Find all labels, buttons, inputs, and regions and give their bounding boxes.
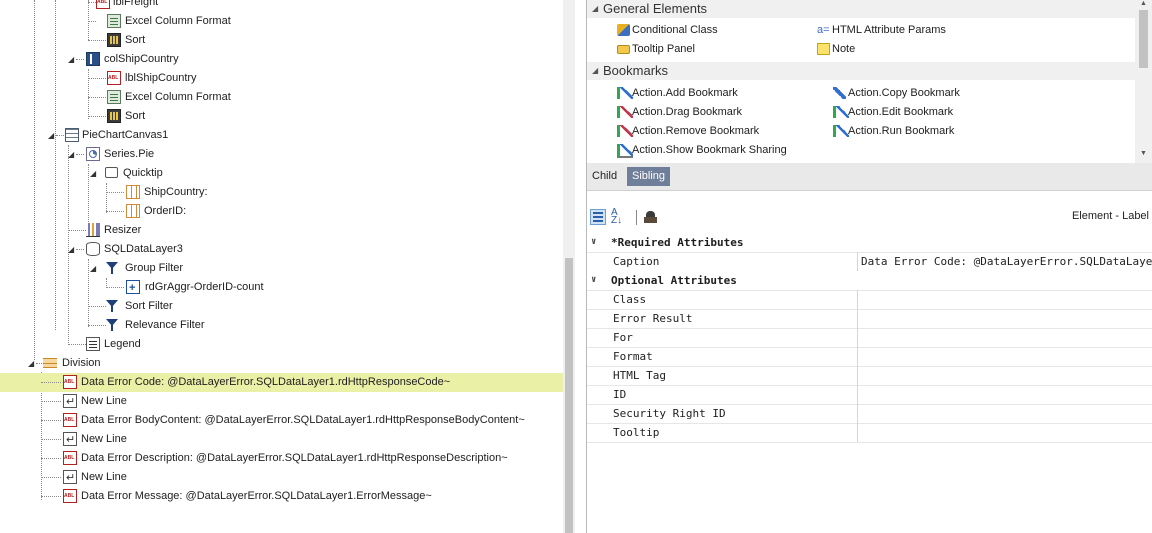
property-value[interactable]	[857, 328, 1152, 347]
label-icon	[63, 375, 77, 389]
event-handler-icon[interactable]	[643, 209, 659, 225]
bookmark-icon	[833, 87, 846, 99]
label-icon	[63, 413, 77, 427]
expand-toggle-icon[interactable]: ◢	[90, 259, 98, 278]
chevron-down-icon[interactable]: ∨	[591, 233, 596, 252]
resizer-icon	[86, 223, 100, 237]
sort-icon	[107, 109, 121, 123]
chart-canvas-icon	[65, 128, 79, 142]
expand-toggle-icon[interactable]: ◢	[28, 354, 36, 373]
category-optional-attributes[interactable]: ∨ Optional Attributes	[587, 271, 1152, 291]
right-panel: ◢ General Elements Conditional Class a= …	[586, 0, 1152, 533]
collapse-icon: ◢	[592, 66, 599, 75]
legend-icon	[86, 337, 100, 351]
datalayer-icon	[86, 242, 100, 256]
tab-child[interactable]: Child	[587, 167, 622, 186]
tree-guide-line	[88, 259, 89, 327]
splitter[interactable]	[575, 0, 586, 533]
chevron-down-icon[interactable]: ∨	[591, 271, 596, 290]
toolbox-group-bookmarks[interactable]: ◢ Bookmarks	[587, 62, 1135, 80]
sort-icon	[107, 33, 121, 47]
tree-guide-line	[88, 164, 89, 224]
property-value[interactable]	[857, 347, 1152, 366]
excel-format-icon	[107, 14, 121, 28]
bookmark-icon	[833, 125, 849, 137]
label-icon	[96, 0, 110, 9]
filter-icon	[106, 300, 118, 312]
property-row-html-tag[interactable]: HTML Tag	[587, 366, 1152, 386]
properties-toolbar: A Z↓ Element - Label	[587, 206, 1152, 230]
bookmark-icon	[833, 106, 849, 118]
scroll-up-icon[interactable]: ▲	[1140, 0, 1147, 7]
quicktip-icon	[105, 167, 118, 178]
grid-row-icon	[126, 204, 140, 218]
property-row-security-right-id[interactable]: Security Right ID	[587, 404, 1152, 424]
label-icon	[63, 451, 77, 465]
pie-series-icon	[86, 147, 100, 161]
conditional-class-icon	[617, 24, 630, 36]
collapse-icon: ◢	[592, 4, 599, 13]
property-value[interactable]	[857, 366, 1152, 385]
toolbox-scrollbar[interactable]: ▲ ▼	[1135, 0, 1152, 163]
aggregate-icon	[126, 279, 140, 298]
label-icon	[107, 71, 121, 85]
toolbar-separator	[636, 210, 637, 225]
tree-guide-line	[34, 0, 35, 360]
selected-element-type: Element - Label	[1071, 210, 1149, 222]
label-icon	[63, 489, 77, 503]
tree-scrollbar-thumb[interactable]	[565, 258, 573, 533]
column-icon	[86, 52, 100, 66]
insert-mode-tabs: Child Sibling	[587, 163, 1152, 191]
property-row-tooltip[interactable]: Tooltip	[587, 423, 1152, 443]
filter-icon	[106, 262, 118, 274]
filter-icon	[106, 319, 118, 331]
new-line-icon	[63, 431, 77, 450]
property-row-caption[interactable]: Caption Data Error Code: @DataLayerError…	[587, 252, 1152, 272]
tree-guide-line	[88, 69, 89, 119]
grid-row-icon	[126, 185, 140, 199]
division-icon	[43, 358, 57, 368]
bookmark-icon	[617, 87, 633, 99]
property-value[interactable]	[857, 423, 1152, 442]
tab-sibling[interactable]: Sibling	[627, 167, 671, 186]
tree-guide-line	[55, 0, 56, 330]
property-value[interactable]	[857, 385, 1152, 404]
expand-toggle-icon[interactable]: ◢	[68, 145, 76, 164]
categorized-view-icon[interactable]	[590, 209, 606, 225]
bookmark-icon	[617, 125, 633, 137]
property-row-class[interactable]: Class	[587, 290, 1152, 310]
tooltip-panel-icon	[617, 45, 630, 54]
property-row-error-result[interactable]: Error Result	[587, 309, 1152, 329]
property-value[interactable]	[857, 290, 1152, 309]
tree-scrollbar[interactable]	[563, 0, 575, 533]
bookmark-icon	[617, 144, 633, 158]
scroll-down-icon[interactable]: ▼	[1140, 150, 1147, 157]
expand-toggle-icon[interactable]: ◢	[90, 164, 98, 183]
tree-guide-line	[88, 0, 89, 40]
sort-alphabetical-icon[interactable]: A Z↓	[611, 208, 627, 226]
new-line-icon	[63, 393, 77, 412]
property-value[interactable]	[857, 404, 1152, 423]
bookmark-icon	[617, 106, 633, 118]
property-row-for[interactable]: For	[587, 328, 1152, 348]
tree-guide-line	[106, 183, 107, 213]
element-tree: lblFreight Excel Column Format Sort ◢ co…	[0, 0, 563, 533]
property-row-format[interactable]: Format	[587, 347, 1152, 367]
toolbox-group-general[interactable]: ◢ General Elements	[587, 0, 1135, 18]
category-required-attributes[interactable]: ∨ *Required Attributes	[587, 233, 1152, 253]
expand-toggle-icon[interactable]: ◢	[48, 126, 56, 145]
property-row-id[interactable]: ID	[587, 385, 1152, 405]
property-value-caption[interactable]: Data Error Code: @DataLayerError.SQLData…	[857, 252, 1152, 271]
html-attribute-icon: a=	[817, 24, 830, 36]
toolbox-scrollbar-thumb[interactable]	[1139, 10, 1148, 68]
new-line-icon	[63, 469, 77, 488]
property-value[interactable]	[857, 309, 1152, 328]
expand-toggle-icon[interactable]: ◢	[68, 240, 76, 259]
note-icon	[817, 43, 830, 55]
expand-toggle-icon[interactable]: ◢	[68, 50, 76, 69]
tree-node-data-error-code[interactable]: Data Error Code: @DataLayerError.SQLData…	[0, 373, 563, 392]
excel-format-icon	[107, 90, 121, 104]
